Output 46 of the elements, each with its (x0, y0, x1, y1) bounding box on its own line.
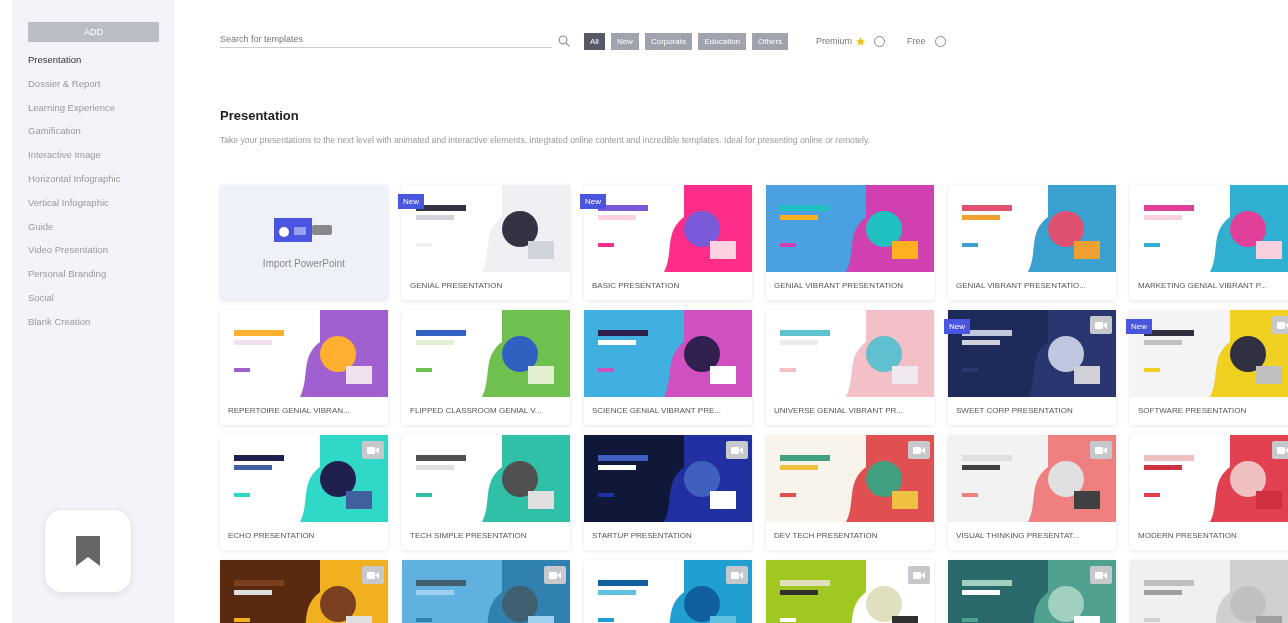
template-title: TECH SIMPLE PRESENTATION (409, 530, 528, 540)
template-card[interactable]: MARKETING GENIAL VIBRANT P... (1130, 185, 1288, 300)
template-title: GENIAL PRESENTATION (409, 280, 504, 290)
filter-chip[interactable]: All (584, 32, 605, 50)
new-badge: New (944, 319, 970, 334)
template-card[interactable]: DEV TECH PRESENTATION (766, 435, 934, 550)
template-card[interactable]: GENIAL VIBRANT PRESENTATIO... (948, 185, 1116, 300)
template-title: SWEET CORP PRESENTATION (955, 405, 1074, 415)
template-card[interactable]: TECH SIMPLE PRESENTATION (402, 435, 570, 550)
template-title: VISUAL THINKING PRESENTAT... (955, 530, 1081, 540)
template-card[interactable]: VISUAL THINKING PRESENTAT... (948, 435, 1116, 550)
template-card[interactable]: SCIENCE GENIAL VIBRANT PRE... (584, 310, 752, 425)
template-card[interactable]: UNIVERSE GENIAL VIBRANT PR... (766, 310, 934, 425)
sidebar-item[interactable]: Presentation (28, 48, 159, 72)
template-card[interactable]: REPERTOIRE GENIAL VIBRAN... (220, 310, 388, 425)
template-title: UNIVERSE GENIAL VIBRANT PR... (773, 405, 904, 415)
new-badge: New (398, 194, 424, 209)
search-icon (558, 35, 570, 47)
template-title: FLIPPED CLASSROOM GENIAL V... (409, 405, 543, 415)
template-title: GENIAL VIBRANT PRESENTATION (773, 280, 905, 290)
toggle-label: Free (907, 36, 926, 46)
toggle-label: Premium (816, 36, 853, 46)
bookmark-button[interactable] (44, 509, 132, 593)
template-title: BASIC PRESENTATION (591, 280, 681, 290)
template-card[interactable]: ECHO PRESENTATION (220, 435, 388, 550)
new-badge: New (580, 194, 606, 209)
template-title: SOFTWARE PRESENTATION (1137, 405, 1248, 415)
search-field[interactable]: Search for templates (220, 34, 552, 48)
slides-icon (274, 216, 334, 244)
template-title: STARTUP PRESENTATION (591, 530, 693, 540)
template-card[interactable]: GENIAL VIBRANT PRESENTATION (766, 185, 934, 300)
template-card[interactable]: MODERN PRESENTATION (1130, 435, 1288, 550)
section-title: Presentation (220, 108, 300, 123)
section-description: Take your presentations to the next level with animated and interactive elements, integrated online content and incredible templates. Ideal for presenting online or remotely. (220, 135, 871, 145)
import-label: Import PowerPoint (262, 258, 346, 269)
template-card[interactable]: STARTUP PRESENTATION (584, 435, 752, 550)
new-badge: New (1126, 319, 1152, 334)
template-title: REPERTOIRE GENIAL VIBRAN... (227, 405, 351, 415)
template-title: ECHO PRESENTATION (227, 530, 316, 540)
template-title: MARKETING GENIAL VIBRANT P... (1137, 280, 1268, 290)
template-title: DEV TECH PRESENTATION (773, 530, 879, 540)
bookmark-icon (75, 536, 101, 566)
template-title: MODERN PRESENTATION (1137, 530, 1238, 540)
template-card[interactable]: FLIPPED CLASSROOM GENIAL V... (402, 310, 570, 425)
template-title: SCIENCE GENIAL VIBRANT PRE... (591, 405, 722, 415)
template-title: GENIAL VIBRANT PRESENTATIO... (955, 280, 1087, 290)
